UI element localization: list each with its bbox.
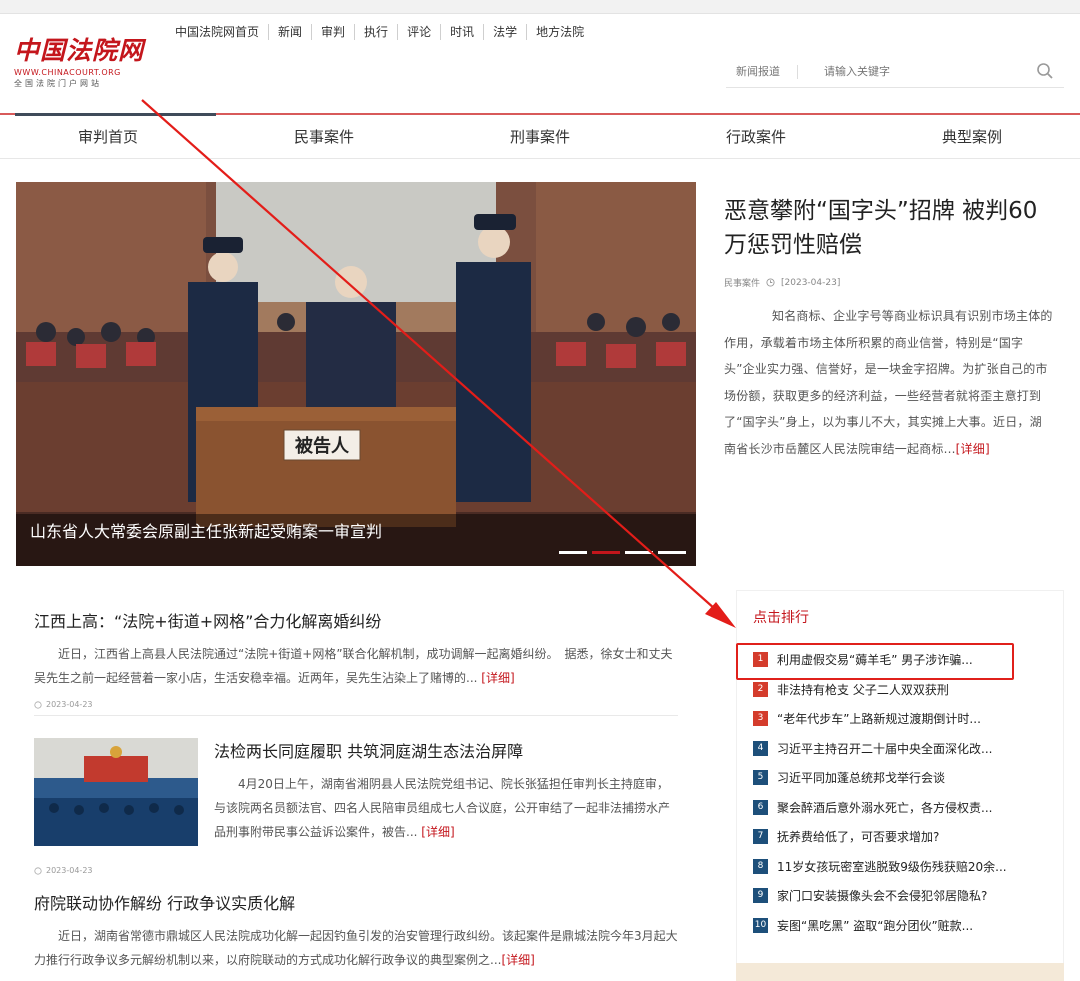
ranking-item-text[interactable]: 家门口安装摄像头会不会侵犯邻居隐私? [777,887,987,904]
rank-number: 5 [753,770,768,786]
news-title[interactable]: 江西上高：“法院+街道+网格”合力化解离婚纠纷 [34,608,678,632]
topnav-trial[interactable]: 审判 [311,24,354,40]
category-navigation: 审判首页 民事案件 刑事案件 行政案件 典型案例 [0,113,1080,159]
news-summary: 4月20日上午，湖南省湘阴县人民法院党组书记、院长张猛担任审判长主持庭审，与该院… [214,772,680,844]
rank-number: 3 [753,711,768,727]
ranking-item[interactable]: 4 习近平主持召开二十届中央全面深化改... [753,734,1063,764]
featured-summary: 知名商标、企业字号等商业标识具有识别市场主体的作用，承载着市场主体所积累的商业信… [710,303,1054,462]
hero-carousel[interactable]: 被告人 山东省人大常委会原副主任张新起受贿案一审宣判 [16,182,696,566]
search-scope-select[interactable]: 新闻报道 [726,64,798,79]
rank-number: 4 [753,740,768,756]
news-body: 法检两长同庭履职 共筑洞庭湖生态法治屏障 4月20日上午，湖南省湘阴县人民法院党… [214,738,680,844]
ranking-item[interactable]: 3 “老年代步车”上路新规过渡期倒计时... [753,704,1063,734]
ranking-item-text[interactable]: “老年代步车”上路新规过渡期倒计时... [777,710,981,727]
logo-url: WWW.CHINACOURT.ORG [14,68,121,77]
tab-civil-cases[interactable]: 民事案件 [216,115,432,158]
topnav-commentary[interactable]: 评论 [397,24,440,40]
news-summary: 近日，江西省上高县人民法院通过“法院+街道+网格”联合化解机制，成功调解一起离婚… [34,642,678,690]
news-title[interactable]: 府院联动协作解纷 行政争议实质化解 [34,890,678,914]
ranking-list: 1 利用虚假交易“薅羊毛” 男子涉诈骗... 2 非法持有枪支 父子二人双双获刑 3… [737,637,1063,940]
ranking-item-text[interactable]: 非法持有枪支 父子二人双双获刑 [777,681,949,698]
search-icon[interactable] [1036,62,1054,80]
logo-title: 中国法院网 [14,36,145,65]
carousel-dot-active[interactable] [592,551,620,554]
news-summary-text: 近日，江西省上高县人民法院通过“法院+街道+网格”联合化解机制，成功调解一起离婚… [34,647,673,685]
browser-top-bar [0,0,1080,14]
defendant-sign: 被告人 [295,435,350,457]
news-detail-link[interactable]: [详细] [421,825,454,839]
divider [34,715,678,716]
list-item: 府院联动协作解纷 行政争议实质化解 近日，湖南省常德市鼎城区人民法院成功化解一起… [18,890,694,972]
clock-icon [34,700,42,709]
search-input[interactable] [798,65,1018,78]
ranking-item-text[interactable]: 聚会醉酒后意外溺水死亡，各方侵权责... [777,799,992,816]
ranking-title: 点击排行 [753,610,809,626]
featured-summary-text: 知名商标、企业字号等商业标识具有识别市场主体的作用，承载着市场主体所积累的商业信… [724,309,1053,456]
topnav-enforcement[interactable]: 执行 [354,24,397,40]
tab-administrative-cases[interactable]: 行政案件 [648,115,864,158]
rank-number: 6 [753,799,768,815]
news-date: 2023-04-23 [34,866,93,875]
featured-date: [2023-04-23] [781,277,841,288]
featured-article: 恶意攀附“国字头”招牌 被判60万惩罚性赔偿 民事案件 [2023-04-23]… [710,194,1054,462]
rank-number: 7 [753,829,768,845]
ranking-item[interactable]: 9 家门口安装摄像头会不会侵犯邻居隐私? [753,881,1063,911]
highlight-box-annotation [736,643,1014,680]
ranking-item[interactable]: 10 妄图“黑吃黑” 盗取“跑分团伙”赃款... [753,911,1063,941]
featured-detail-link[interactable]: [详细] [956,442,990,456]
topnav-bulletin[interactable]: 时讯 [440,24,483,40]
ranking-item-text[interactable]: 11岁女孩玩密室逃脱致9级伤残获赔20余... [777,858,1007,875]
site-logo[interactable]: 中国法院网 WWW.CHINACOURT.ORG 全国法院门户网站 [14,36,144,96]
courtroom-thumbnail-image [34,738,198,846]
clock-icon [766,278,775,287]
ranking-item-text[interactable]: 妄图“黑吃黑” 盗取“跑分团伙”赃款... [777,917,973,934]
carousel-dot[interactable] [625,551,653,554]
list-item: 江西上高：“法院+街道+网格”合力化解离婚纠纷 近日，江西省上高县人民法院通过“… [18,608,694,716]
news-summary-text: 近日，湖南省常德市鼎城区人民法院成功化解一起因钓鱼引发的治安管理行政纠纷。该起案… [34,929,678,967]
topnav-home[interactable]: 中国法院网首页 [166,24,268,40]
clock-icon [34,866,42,875]
news-summary: 近日，湖南省常德市鼎城区人民法院成功化解一起因钓鱼引发的治安管理行政纠纷。该起案… [34,924,678,972]
partial-ad-card [736,963,1064,981]
rank-number: 8 [753,858,768,874]
rank-number: 10 [753,917,768,933]
hero-courtroom-image: 被告人 [16,182,696,566]
carousel-indicators [559,551,686,554]
ranking-item-text[interactable]: 习近平同加蓬总统邦戈举行会谈 [777,769,945,786]
topnav-local-courts[interactable]: 地方法院 [526,24,593,40]
news-date: 2023-04-23 [34,700,678,709]
topnav-jurisprudence[interactable]: 法学 [483,24,526,40]
search-bar: 新闻报道 [726,56,1064,88]
featured-category[interactable]: 民事案件 [724,276,760,289]
logo-subtitle: 全国法院门户网站 [14,79,102,88]
ranking-item-text[interactable]: 习近平主持召开二十届中央全面深化改... [777,740,992,757]
ranking-item[interactable]: 7 抚养费给低了，可否要求增加? [753,822,1063,852]
top-navigation: 中国法院网首页 新闻 审判 执行 评论 时讯 法学 地方法院 [166,24,593,40]
topnav-news[interactable]: 新闻 [268,24,311,40]
news-thumbnail[interactable] [34,738,198,846]
ranking-item[interactable]: 5 习近平同加蓬总统邦戈举行会谈 [753,763,1063,793]
featured-title[interactable]: 恶意攀附“国字头”招牌 被判60万惩罚性赔偿 [710,194,1054,262]
carousel-dot[interactable] [658,551,686,554]
tab-typical-cases[interactable]: 典型案例 [864,115,1080,158]
news-date-text: 2023-04-23 [46,700,93,709]
rank-number: 9 [753,888,768,904]
carousel-dot[interactable] [559,551,587,554]
featured-meta: 民事案件 [2023-04-23] [710,276,1054,290]
ranking-item[interactable]: 6 聚会醉酒后意外溺水死亡，各方侵权责... [753,793,1063,823]
news-title[interactable]: 法检两长同庭履职 共筑洞庭湖生态法治屏障 [214,738,680,762]
hero-caption[interactable]: 山东省人大常委会原副主任张新起受贿案一审宣判 [16,514,696,566]
news-detail-link[interactable]: [详细] [501,953,534,967]
news-date-text: 2023-04-23 [46,866,93,875]
tab-trial-home[interactable]: 审判首页 [0,113,216,158]
news-detail-link[interactable]: [详细] [481,671,514,685]
ranking-item-text[interactable]: 抚养费给低了，可否要求增加? [777,828,939,845]
ranking-item[interactable]: 8 11岁女孩玩密室逃脱致9级伤残获赔20余... [753,852,1063,882]
tab-criminal-cases[interactable]: 刑事案件 [432,115,648,158]
rank-number: 2 [753,681,768,697]
